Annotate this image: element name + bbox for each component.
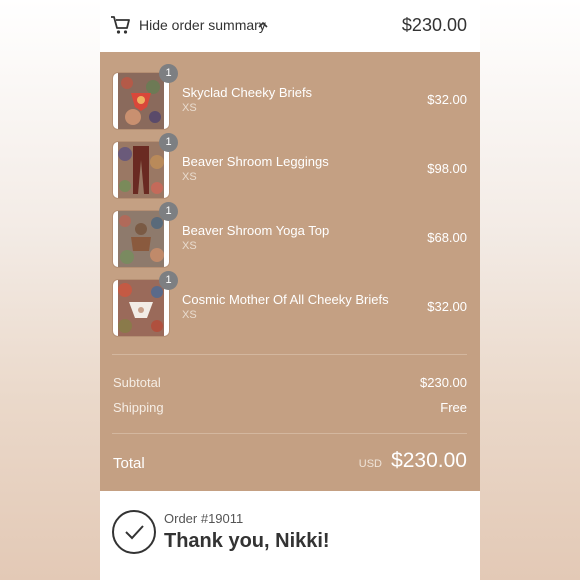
item-name: Cosmic Mother Of All Cheeky Briefs: [182, 292, 389, 307]
item-price: $98.00: [427, 161, 467, 176]
item-price: $68.00: [427, 230, 467, 245]
line-item: 1 Beaver Shroom Leggings XS $98.00: [100, 133, 480, 201]
item-variant: XS: [182, 102, 197, 114]
thank-you-heading: Thank you, Nikki!: [164, 530, 330, 552]
order-number: Order #19011: [164, 511, 244, 526]
quantity-badge: 1: [159, 271, 178, 290]
chevron-up-icon: [258, 21, 268, 28]
checkmark-icon: [112, 510, 156, 554]
divider: [112, 354, 467, 355]
currency-code: USD: [358, 458, 382, 470]
quantity-badge: 1: [159, 64, 178, 83]
item-name: Beaver Shroom Leggings: [182, 154, 329, 169]
line-item: 1 Beaver Shroom Yoga Top XS $68.00: [100, 202, 480, 270]
item-variant: XS: [182, 309, 197, 321]
item-price: $32.00: [427, 299, 467, 314]
item-name: Skyclad Cheeky Briefs: [182, 85, 313, 100]
summary-total: $230.00: [401, 15, 467, 35]
order-summary-toggle[interactable]: Hide order summary $230.00: [100, 0, 480, 52]
order-summary-panel: 1 Skyclad Cheeky Briefs XS $32.00 1 Beav…: [100, 52, 480, 491]
checkout-frame: Hide order summary $230.00 1 Skyclad Che…: [100, 0, 480, 580]
shipping-value: Free: [440, 400, 467, 415]
divider: [112, 433, 467, 434]
shipping-label: Shipping: [113, 400, 164, 415]
line-item: 1 Cosmic Mother Of All Cheeky Briefs XS …: [100, 271, 480, 339]
total-label: Total: [113, 455, 145, 472]
order-confirmation: Order #19011 Thank you, Nikki!: [100, 491, 480, 580]
item-variant: XS: [182, 171, 197, 183]
toggle-label[interactable]: Hide order summary: [139, 17, 266, 33]
quantity-badge: 1: [159, 133, 178, 152]
cart-icon: [111, 16, 130, 34]
quantity-badge: 1: [159, 202, 178, 221]
subtotal-value: $230.00: [420, 375, 467, 390]
item-name: Beaver Shroom Yoga Top: [182, 223, 330, 238]
line-item: 1 Skyclad Cheeky Briefs XS $32.00: [100, 64, 480, 132]
item-price: $32.00: [427, 92, 467, 107]
item-variant: XS: [182, 240, 197, 252]
total-value: $230.00: [391, 449, 467, 472]
subtotal-label: Subtotal: [113, 375, 161, 390]
